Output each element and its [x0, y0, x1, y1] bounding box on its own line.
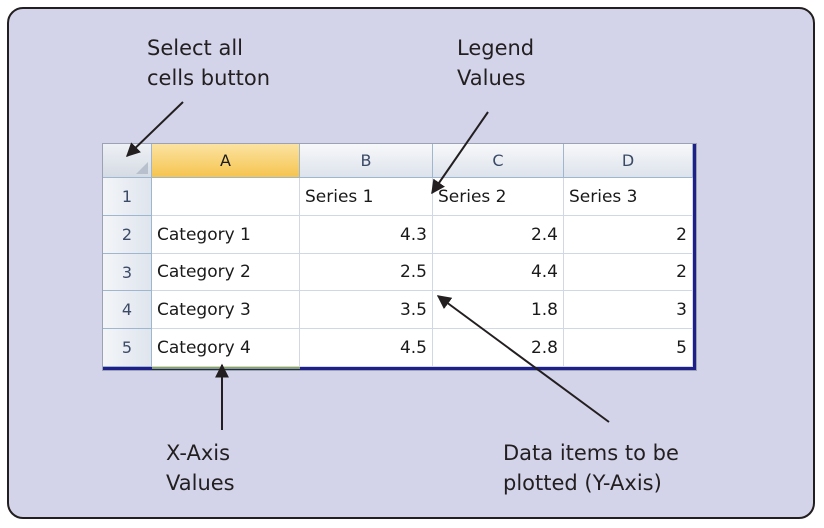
- cell-d3[interactable]: 2: [564, 254, 693, 291]
- cell-b3[interactable]: 2.5: [300, 254, 433, 291]
- cell-d4[interactable]: 3: [564, 291, 693, 329]
- cell-b5[interactable]: 4.5: [300, 329, 433, 367]
- row-header-4[interactable]: 4: [103, 291, 152, 329]
- legend-callout-line1: Legend: [457, 36, 535, 60]
- cell-c3[interactable]: 4.4: [433, 254, 564, 291]
- column-header-d[interactable]: D: [564, 144, 693, 178]
- select-all-triangle-icon: [136, 162, 148, 174]
- cell-d1[interactable]: Series 3: [564, 178, 693, 216]
- legend-callout: Legend Values: [457, 33, 534, 93]
- select-all-cells-button[interactable]: [103, 144, 152, 178]
- legend-callout-line2: Values: [457, 66, 526, 90]
- cell-a5[interactable]: Category 4: [152, 329, 300, 367]
- row-header-5[interactable]: 5: [103, 329, 152, 367]
- row-header-2[interactable]: 2: [103, 216, 152, 254]
- data-items-callout-line2: plotted (Y-Axis): [503, 471, 662, 495]
- x-axis-callout: X-Axis Values: [166, 438, 235, 498]
- cell-c1[interactable]: Series 2: [433, 178, 564, 216]
- cell-b2[interactable]: 4.3: [300, 216, 433, 254]
- cell-a1[interactable]: [152, 178, 300, 216]
- select-all-callout-line1: Select all: [147, 36, 243, 60]
- data-items-callout: Data items to be plotted (Y-Axis): [503, 438, 679, 498]
- cell-d5[interactable]: 5: [564, 329, 693, 367]
- cell-b4[interactable]: 3.5: [300, 291, 433, 329]
- cell-a3[interactable]: Category 2: [152, 254, 300, 291]
- cell-a4[interactable]: Category 3: [152, 291, 300, 329]
- select-all-callout-line2: cells button: [147, 66, 271, 90]
- column-header-b[interactable]: B: [300, 144, 433, 178]
- row-header-1[interactable]: 1: [103, 178, 152, 216]
- data-items-callout-line1: Data items to be: [503, 441, 679, 465]
- cell-c5[interactable]: 2.8: [433, 329, 564, 367]
- cell-c4[interactable]: 1.8: [433, 291, 564, 329]
- cell-b1[interactable]: Series 1: [300, 178, 433, 216]
- cell-a2[interactable]: Category 1: [152, 216, 300, 254]
- category-range-underline: [152, 367, 300, 369]
- select-all-callout: Select all cells button: [147, 33, 270, 93]
- spreadsheet-grid: A B C D 1 Series 1 Series 2 Series 3 2 C…: [103, 144, 696, 370]
- x-axis-callout-line2: Values: [166, 471, 235, 495]
- column-header-a[interactable]: A: [152, 144, 300, 178]
- x-axis-callout-line1: X-Axis: [166, 441, 231, 465]
- cell-d2[interactable]: 2: [564, 216, 693, 254]
- cell-c2[interactable]: 2.4: [433, 216, 564, 254]
- row-header-3[interactable]: 3: [103, 254, 152, 291]
- column-header-c[interactable]: C: [433, 144, 564, 178]
